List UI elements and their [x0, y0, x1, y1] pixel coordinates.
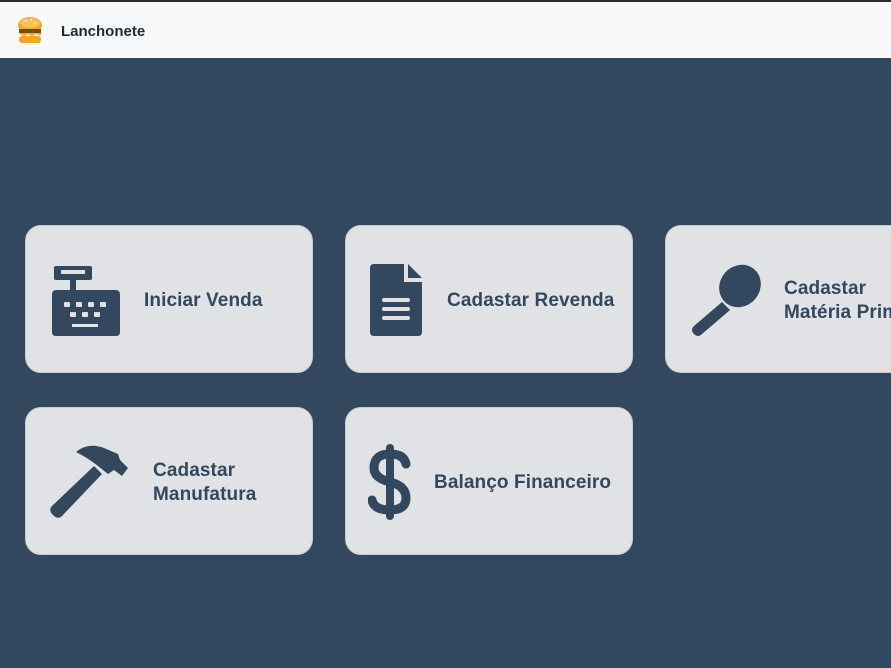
cadastrar-manufatura-button[interactable]: Cadastar Manufatura [25, 407, 313, 555]
hammer-icon [50, 445, 128, 518]
cadastrar-materia-prima-line2: Matéria Prima [784, 302, 891, 323]
cash-register-icon [52, 266, 120, 336]
cadastrar-materia-prima-button[interactable]: Cadastar Matéria Prima [665, 225, 891, 373]
cadastrar-revenda-label: Cadastar Revenda [447, 290, 615, 311]
document-icon [370, 264, 422, 336]
iniciar-venda-button[interactable]: Iniciar Venda [25, 225, 313, 373]
burger-logo-icon[interactable] [16, 15, 44, 45]
iniciar-venda-label: Iniciar Venda [144, 290, 263, 311]
spoon-icon [692, 264, 761, 336]
cadastrar-materia-prima-label: Cadastar Matéria Prima [784, 277, 891, 325]
app-title: Lanchonete [61, 23, 146, 40]
main-content: Iniciar Venda Cadastar Revenda Cadastar … [0, 58, 891, 668]
cadastrar-materia-prima-line1: Cadastar [784, 278, 867, 299]
cadastrar-manufatura-label: Cadastar Manufatura [153, 459, 256, 507]
balanco-financeiro-label: Balanço Financeiro [434, 472, 612, 493]
cadastrar-manufatura-line2: Manufatura [153, 484, 257, 505]
cadastrar-revenda-button[interactable]: Cadastar Revenda [345, 225, 633, 373]
cadastrar-manufatura-line1: Cadastar [153, 460, 236, 481]
balanco-financeiro-button[interactable]: Balanço Financeiro [345, 407, 633, 555]
top-bar: Lanchonete [0, 0, 891, 58]
dollar-icon [368, 444, 411, 520]
